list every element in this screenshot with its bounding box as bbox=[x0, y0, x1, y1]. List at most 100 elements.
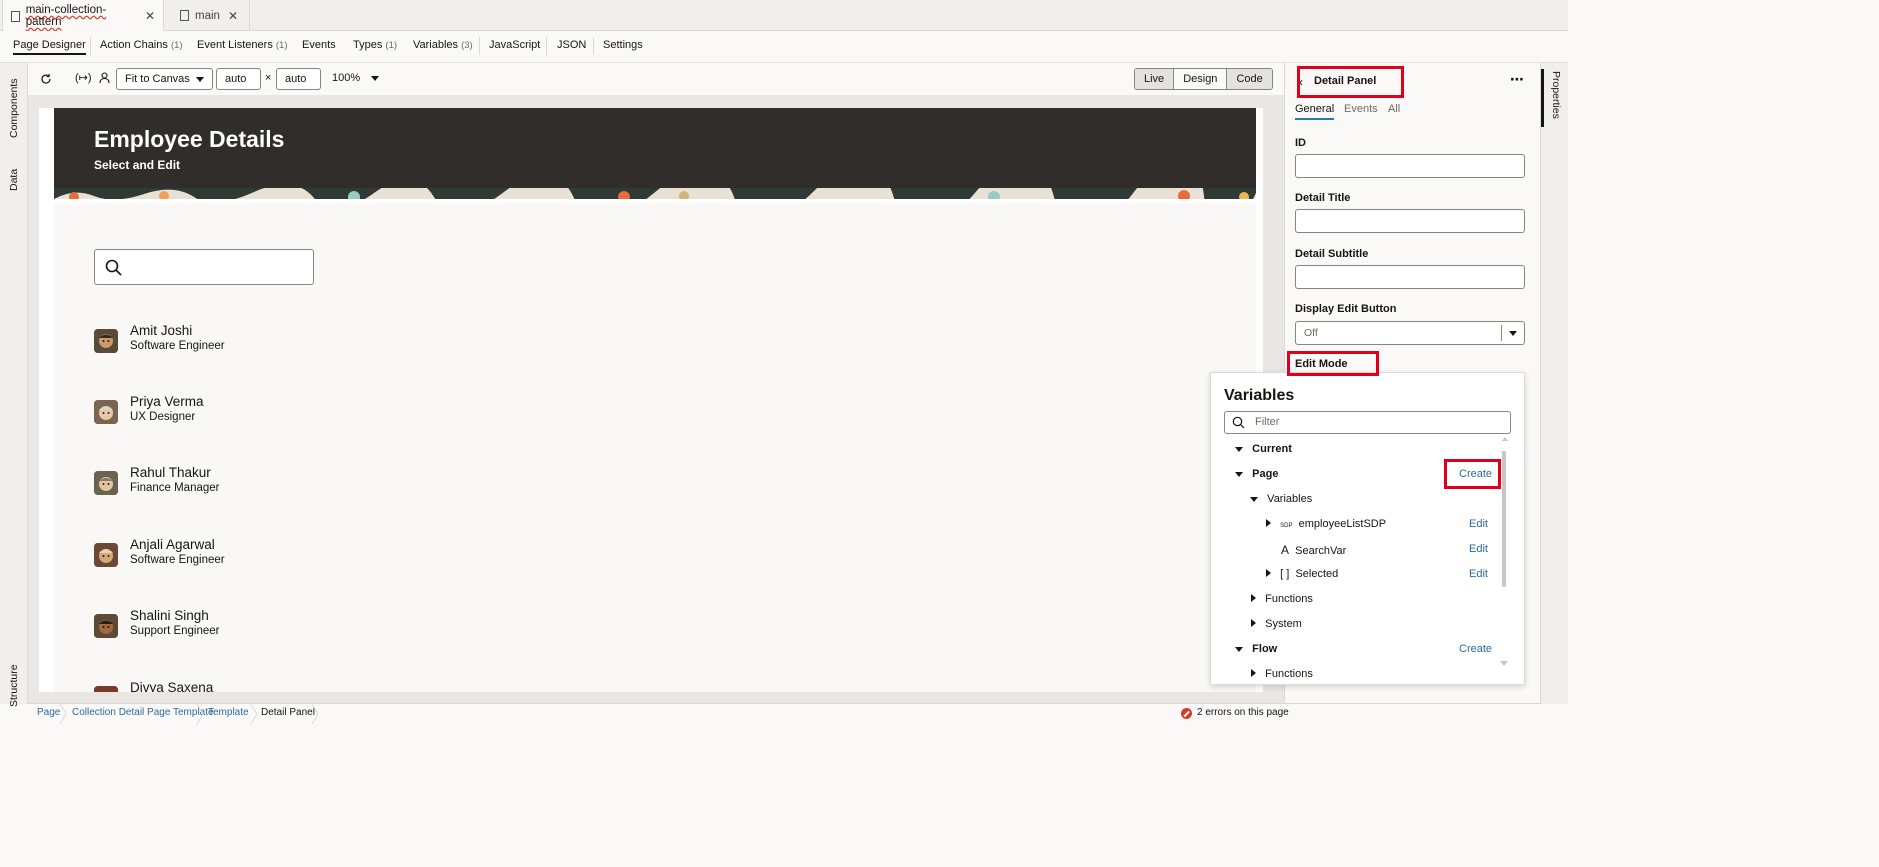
array-type-icon: [ ] bbox=[1280, 568, 1290, 580]
filter-placeholder: Filter bbox=[1255, 416, 1280, 428]
rail-tab-data[interactable]: Data bbox=[8, 169, 20, 191]
tab-types[interactable]: Types (1) bbox=[353, 39, 397, 51]
filter-input[interactable]: Filter bbox=[1224, 411, 1511, 434]
search-input[interactable] bbox=[94, 249, 314, 285]
file-tab-label: main-collection-pattern bbox=[25, 4, 107, 28]
employee-name: Rahul Thakur bbox=[130, 465, 211, 480]
divider bbox=[479, 37, 480, 55]
page-header: Employee Details Select and Edit bbox=[54, 108, 1256, 199]
tab-action-chains[interactable]: Action Chains (1) bbox=[100, 39, 183, 51]
tab-json[interactable]: JSON bbox=[557, 39, 586, 51]
zoom-select[interactable]: 100% bbox=[332, 72, 380, 84]
employee-role: Software Engineer bbox=[130, 340, 225, 352]
tab-event-listeners[interactable]: Event Listeners (1) bbox=[197, 39, 288, 51]
tab-label: Action Chains bbox=[100, 39, 168, 51]
employee-role: UX Designer bbox=[130, 411, 196, 423]
file-icon bbox=[180, 10, 189, 21]
breadcrumb-template-page[interactable]: Collection Detail Page Template bbox=[72, 707, 214, 718]
fit-select[interactable]: Fit to Canvas bbox=[116, 68, 213, 90]
mode-design[interactable]: Design bbox=[1174, 69, 1228, 89]
employee-name: Shalini Singh bbox=[130, 608, 209, 623]
tab-page-designer[interactable]: Page Designer bbox=[13, 39, 86, 55]
file-tab-main[interactable]: main ✕ bbox=[172, 0, 250, 31]
avatar bbox=[94, 329, 118, 353]
rail-tab-structure[interactable]: Structure bbox=[8, 664, 20, 707]
variable-employeelistsdp[interactable]: SDP employeeListSDP bbox=[1266, 518, 1386, 530]
tree-current[interactable]: Current bbox=[1235, 443, 1292, 455]
tab-label: JSON bbox=[557, 39, 587, 51]
popup-scrollbar[interactable] bbox=[1500, 437, 1510, 677]
variable-name: employeeListSDP bbox=[1298, 518, 1387, 530]
select-value: Off bbox=[1304, 327, 1318, 339]
variable-searchvar[interactable]: A SearchVar bbox=[1281, 543, 1346, 557]
scroll-up-icon[interactable] bbox=[1502, 437, 1508, 441]
variable-selected[interactable]: [ ] Selected bbox=[1266, 568, 1338, 580]
divider bbox=[1501, 325, 1502, 341]
tab-variables[interactable]: Variables (3) bbox=[413, 39, 473, 51]
detail-subtitle-input[interactable] bbox=[1295, 265, 1525, 289]
id-input[interactable] bbox=[1295, 154, 1525, 178]
width-input[interactable]: auto bbox=[216, 68, 261, 90]
tab-all[interactable]: All bbox=[1388, 103, 1400, 115]
avatar bbox=[94, 543, 118, 567]
detail-title-input[interactable] bbox=[1295, 209, 1525, 233]
avatar bbox=[94, 686, 118, 692]
tree-label: Page bbox=[1252, 468, 1279, 480]
string-type-icon: A bbox=[1281, 543, 1290, 557]
breadcrumb-page[interactable]: Page bbox=[37, 707, 60, 718]
chevron-down-icon bbox=[1250, 497, 1258, 502]
display-edit-button-select[interactable]: Off bbox=[1295, 321, 1525, 345]
tree-flow[interactable]: Flow bbox=[1235, 643, 1277, 655]
close-icon[interactable]: ✕ bbox=[145, 9, 155, 23]
rail-tab-components[interactable]: Components bbox=[8, 78, 20, 138]
height-input[interactable]: auto bbox=[276, 68, 321, 90]
tree-flow-functions[interactable]: Functions bbox=[1251, 668, 1313, 680]
edit-link[interactable]: Edit bbox=[1469, 543, 1488, 555]
avatar bbox=[94, 614, 118, 638]
tree-variables[interactable]: Variables bbox=[1250, 493, 1312, 505]
employee-role: Finance Manager bbox=[130, 482, 220, 494]
tab-events[interactable]: Events bbox=[1344, 103, 1378, 115]
create-flow-variable-link[interactable]: Create bbox=[1459, 643, 1492, 655]
tab-events[interactable]: Events bbox=[302, 39, 336, 51]
header-banner-image bbox=[54, 188, 1256, 199]
highlight-edit-mode bbox=[1287, 351, 1379, 376]
page-preview[interactable]: Employee Details Select and Edit Amit Jo… bbox=[39, 108, 1271, 692]
tab-general[interactable]: General bbox=[1295, 103, 1335, 120]
times-sign: × bbox=[265, 72, 272, 84]
edit-link[interactable]: Edit bbox=[1469, 518, 1488, 530]
employee-role: Support Engineer bbox=[130, 625, 220, 637]
tab-count: (1) bbox=[385, 40, 398, 51]
tree-page[interactable]: Page bbox=[1235, 468, 1278, 480]
variable-name: Selected bbox=[1295, 568, 1339, 580]
breadcrumb-detail-panel[interactable]: Detail Panel bbox=[261, 707, 315, 718]
tree-system[interactable]: System bbox=[1251, 618, 1302, 630]
refresh-icon[interactable] bbox=[40, 73, 52, 85]
mode-code[interactable]: Code bbox=[1227, 69, 1272, 89]
close-icon[interactable]: ✕ bbox=[228, 9, 238, 23]
tree-functions[interactable]: Functions bbox=[1251, 593, 1313, 605]
error-count[interactable]: 2 errors on this page bbox=[1197, 707, 1289, 718]
tab-settings[interactable]: Settings bbox=[603, 39, 643, 51]
variable-binding-icon[interactable]: (↦) bbox=[75, 71, 92, 84]
user-icon[interactable] bbox=[99, 72, 110, 84]
scroll-down-icon[interactable] bbox=[1500, 661, 1508, 666]
page-title: Employee Details bbox=[94, 126, 285, 152]
chevron-right-icon bbox=[1251, 594, 1256, 602]
more-options-icon[interactable]: ⋯ bbox=[1510, 71, 1524, 88]
employee-name: Anjali Agarwal bbox=[130, 537, 215, 552]
search-icon bbox=[105, 259, 122, 276]
rail-tab-properties[interactable]: Properties bbox=[1550, 71, 1562, 119]
file-tab-main-collection-pattern[interactable]: main-collection-pattern ✕ bbox=[2, 0, 164, 32]
breadcrumb-template[interactable]: Template bbox=[208, 707, 249, 718]
highlight-create bbox=[1444, 459, 1501, 489]
employee-name: Divya Saxena bbox=[130, 680, 214, 692]
tab-label: Types bbox=[353, 39, 383, 51]
highlight-detail-panel bbox=[1297, 66, 1404, 98]
mode-live[interactable]: Live bbox=[1135, 69, 1175, 89]
tab-label: Events bbox=[302, 39, 336, 51]
scroll-thumb[interactable] bbox=[1502, 451, 1506, 587]
breadcrumb-separator-icon bbox=[250, 704, 258, 724]
edit-link[interactable]: Edit bbox=[1469, 568, 1488, 580]
tab-javascript[interactable]: JavaScript bbox=[489, 39, 540, 51]
